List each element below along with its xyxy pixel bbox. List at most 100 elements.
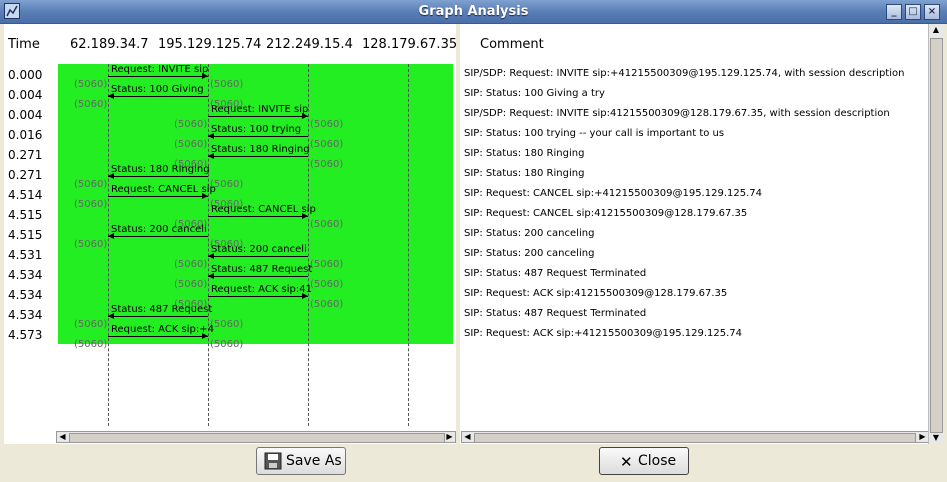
port-label: (5060)	[210, 79, 244, 90]
port-label: (5060)	[74, 339, 108, 350]
title-bar: Graph Analysis _ □ ×	[0, 0, 947, 24]
message-arrow[interactable]	[108, 336, 208, 337]
close-button[interactable]: ✕ Close	[599, 447, 689, 475]
time-cell: 4.514	[8, 188, 43, 202]
message-label[interactable]: Status: 200 canceli	[211, 244, 307, 255]
x-icon: ✕	[620, 453, 633, 471]
window-title: Graph Analysis	[418, 4, 529, 19]
message-label[interactable]: Request: CANCEL sip	[111, 184, 216, 195]
scroll-right-icon[interactable]: ▶	[444, 432, 455, 442]
comment-row[interactable]: SIP/SDP: Request: INVITE sip:41215500309…	[464, 108, 890, 119]
port-label: (5060)	[174, 279, 208, 290]
time-cell: 4.573	[8, 328, 43, 342]
close-label: Close	[638, 453, 677, 469]
port-label: (5060)	[174, 259, 208, 270]
comment-header: Comment	[480, 37, 544, 52]
port-label: (5060)	[310, 139, 344, 150]
node-lifeline	[308, 64, 309, 426]
port-label: (5060)	[174, 139, 208, 150]
floppy-disk-icon	[264, 452, 282, 474]
message-arrow[interactable]	[208, 136, 308, 137]
message-arrow[interactable]	[108, 316, 208, 317]
message-arrow[interactable]	[108, 236, 208, 237]
comment-row[interactable]: SIP: Request: CANCEL sip:41215500309@128…	[464, 208, 747, 219]
message-arrow[interactable]	[208, 256, 308, 257]
node-header-2: 195.129.125.74	[158, 37, 262, 52]
message-arrow[interactable]	[108, 76, 208, 77]
message-label[interactable]: Status: 180 Ringing	[211, 144, 310, 155]
node-header-1: 62.189.34.7	[70, 37, 149, 52]
port-label: (5060)	[74, 79, 108, 90]
time-cell: 0.016	[8, 128, 43, 142]
comment-row[interactable]: SIP: Status: 100 Giving a try	[464, 88, 605, 99]
time-header: Time	[8, 37, 40, 52]
time-cell: 0.004	[8, 88, 43, 102]
save-as-label: Save As	[286, 453, 342, 469]
message-arrow[interactable]	[208, 296, 308, 297]
time-cell: 4.534	[8, 268, 43, 282]
save-as-button[interactable]: Save As	[256, 447, 346, 475]
time-cell: 4.534	[8, 308, 43, 322]
port-label: (5060)	[310, 259, 344, 270]
comment-row[interactable]: SIP: Status: 200 canceling	[464, 228, 594, 239]
time-cell: 0.271	[8, 168, 43, 182]
comment-row[interactable]: SIP: Status: 200 canceling	[464, 248, 594, 259]
scroll-left-icon[interactable]: ◀	[462, 432, 473, 442]
node-lifeline	[108, 64, 109, 426]
message-arrow[interactable]	[208, 156, 308, 157]
comment-hscroll-thumb[interactable]	[474, 433, 916, 443]
message-label[interactable]: Status: 100 trying	[211, 124, 301, 135]
message-label[interactable]: Request: INVITE sip	[111, 64, 208, 75]
port-label: (5060)	[174, 119, 208, 130]
port-label: (5060)	[74, 99, 108, 110]
graph-hscrollbar[interactable]: ◀ ▶	[56, 431, 456, 443]
port-label: (5060)	[310, 119, 344, 130]
time-cell: 4.534	[8, 288, 43, 302]
port-label: (5060)	[74, 319, 108, 330]
comment-row[interactable]: SIP: Request: CANCEL sip:+41215500309@19…	[464, 188, 762, 199]
time-cell: 0.271	[8, 148, 43, 162]
comment-row[interactable]: SIP: Status: 100 trying -- your call is …	[464, 128, 724, 139]
node-lifeline	[208, 64, 209, 426]
comment-hscrollbar[interactable]: ◀ ▶	[461, 431, 929, 443]
node-header-3: 212.249.15.4	[266, 37, 353, 52]
scroll-up-icon[interactable]: ▲	[930, 24, 942, 36]
message-label[interactable]: Status: 487 Request	[211, 264, 312, 275]
comment-row[interactable]: SIP: Status: 180 Ringing	[464, 148, 584, 159]
message-arrow[interactable]	[108, 96, 208, 97]
close-window-button[interactable]: ×	[924, 4, 940, 20]
comment-row[interactable]: SIP: Status: 180 Ringing	[464, 168, 584, 179]
scroll-right-icon[interactable]: ▶	[917, 432, 928, 442]
message-arrow[interactable]	[108, 176, 208, 177]
time-cell: 4.515	[8, 228, 43, 242]
port-label: (5060)	[74, 199, 108, 210]
scroll-down-icon[interactable]: ▼	[930, 432, 942, 444]
message-label[interactable]: Request: ACK sip:41	[211, 284, 312, 295]
comment-row[interactable]: SIP/SDP: Request: INVITE sip:+4121550030…	[464, 68, 904, 79]
comment-row[interactable]: SIP: Request: ACK sip:+41215500309@195.1…	[464, 328, 742, 339]
vscroll-thumb[interactable]	[930, 38, 943, 433]
message-arrow[interactable]	[108, 196, 208, 197]
scroll-left-icon[interactable]: ◀	[57, 432, 68, 442]
comment-row[interactable]: SIP: Status: 487 Request Terminated	[464, 268, 646, 279]
vscrollbar[interactable]: ▲ ▼	[928, 24, 943, 444]
message-label[interactable]: Status: 200 canceli	[111, 224, 207, 235]
maximize-button[interactable]: □	[905, 4, 921, 20]
message-label[interactable]: Request: CANCEL sip	[211, 204, 316, 215]
node-header-4: 128.179.67.35	[362, 37, 458, 52]
minimize-button[interactable]: _	[886, 4, 902, 20]
port-label: (5060)	[310, 219, 344, 230]
message-label[interactable]: Status: 100 Giving	[111, 84, 204, 95]
message-arrow[interactable]	[208, 216, 308, 217]
message-label[interactable]: Request: ACK sip:+4	[111, 324, 214, 335]
message-label[interactable]: Status: 180 Ringing	[111, 164, 210, 175]
port-label: (5060)	[210, 319, 244, 330]
pane-divider[interactable]	[456, 24, 460, 444]
comment-row[interactable]: SIP: Status: 487 Request Terminated	[464, 308, 646, 319]
graph-hscroll-thumb[interactable]	[69, 433, 445, 443]
message-arrow[interactable]	[208, 116, 308, 117]
message-label[interactable]: Request: INVITE sip	[211, 104, 308, 115]
message-label[interactable]: Status: 487 Request	[111, 304, 212, 315]
comment-row[interactable]: SIP: Request: ACK sip:41215500309@128.17…	[464, 288, 727, 299]
message-arrow[interactable]	[208, 276, 308, 277]
